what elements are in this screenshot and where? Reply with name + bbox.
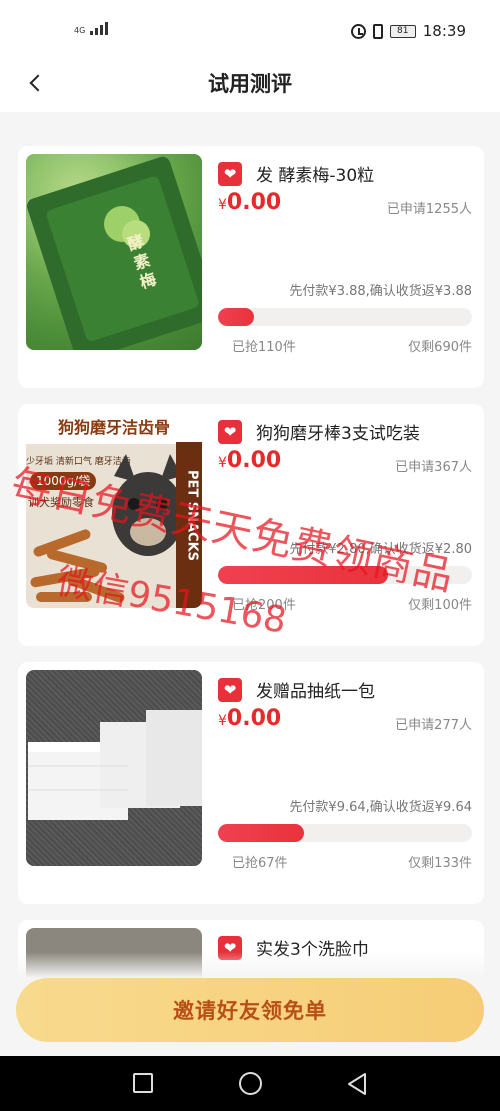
page-title: 试用测评 [208,72,292,96]
robbed-count: 已抢110件 [232,340,296,355]
network-type: 4G [74,26,86,35]
home-icon[interactable] [239,1072,262,1095]
applied-count: 已申请1255人 [386,202,472,217]
product-image-title: 狗狗磨牙洁齿骨 [26,412,202,444]
applied-count: 已申请277人 [395,718,472,733]
product-name: 狗狗磨牙棒3支试吃装 [256,424,420,444]
progress-bar [218,566,472,584]
invite-friends-button[interactable]: 邀请好友领免单 [16,978,484,1042]
progress-bar [218,308,472,326]
list-item[interactable]: 酵素梅 发 酵素梅-30粒 ¥0.00 已申请1255人 先付款¥3.88,确认… [18,146,484,388]
list-item[interactable]: 发赠品抽纸一包 ¥0.00 已申请277人 先付款¥9.64,确认收货返¥9.6… [18,662,484,904]
product-name: 发 酵素梅-30粒 [256,166,375,186]
back-triangle-icon[interactable] [344,1071,370,1097]
product-price: ¥0.00 [218,448,282,473]
system-nav-bar [0,1056,500,1111]
battery-icon: 81 [389,24,416,38]
alarm-icon [350,23,366,39]
heart-icon [218,678,242,702]
product-image: 酵素梅 [26,154,202,350]
product-price: ¥0.00 [218,190,282,215]
status-bar: 4G 81 18:39 [0,0,500,62]
heart-icon [218,420,242,444]
pay-info: 先付款¥2.80,确认收货返¥2.80 [289,542,472,557]
product-image [26,670,202,866]
pay-info: 先付款¥9.64,确认收货返¥9.64 [289,800,472,815]
robbed-count: 已抢200件 [232,598,296,613]
clock: 18:39 [422,22,466,40]
app-header: 试用测评 [0,62,500,112]
product-price: ¥0.00 [218,706,282,731]
list-item[interactable]: 狗狗磨牙洁齿骨 少牙垢 清新口气 磨牙洁齿 1000g/袋 训犬奖励零食 PET… [18,404,484,646]
robbed-count: 已抢67件 [232,856,288,871]
remaining-count: 仅剩100件 [408,598,472,613]
recent-apps-icon[interactable] [133,1073,153,1093]
remaining-count: 仅剩133件 [408,856,472,871]
bottom-action-area: 邀请好友领免单 [0,952,500,1056]
product-image-brand: PET SNACKS [184,469,200,562]
remaining-count: 仅剩690件 [408,340,472,355]
product-name: 发赠品抽纸一包 [256,682,375,702]
vibrate-icon [372,23,383,39]
product-image-weight: 1000g/袋 [30,472,97,490]
progress-bar [218,824,472,842]
pay-info: 先付款¥3.88,确认收货返¥3.88 [289,284,472,299]
applied-count: 已申请367人 [395,460,472,475]
signal-icon: 4G [74,22,108,35]
heart-icon [218,162,242,186]
product-image: 狗狗磨牙洁齿骨 少牙垢 清新口气 磨牙洁齿 1000g/袋 训犬奖励零食 PET… [26,412,202,608]
